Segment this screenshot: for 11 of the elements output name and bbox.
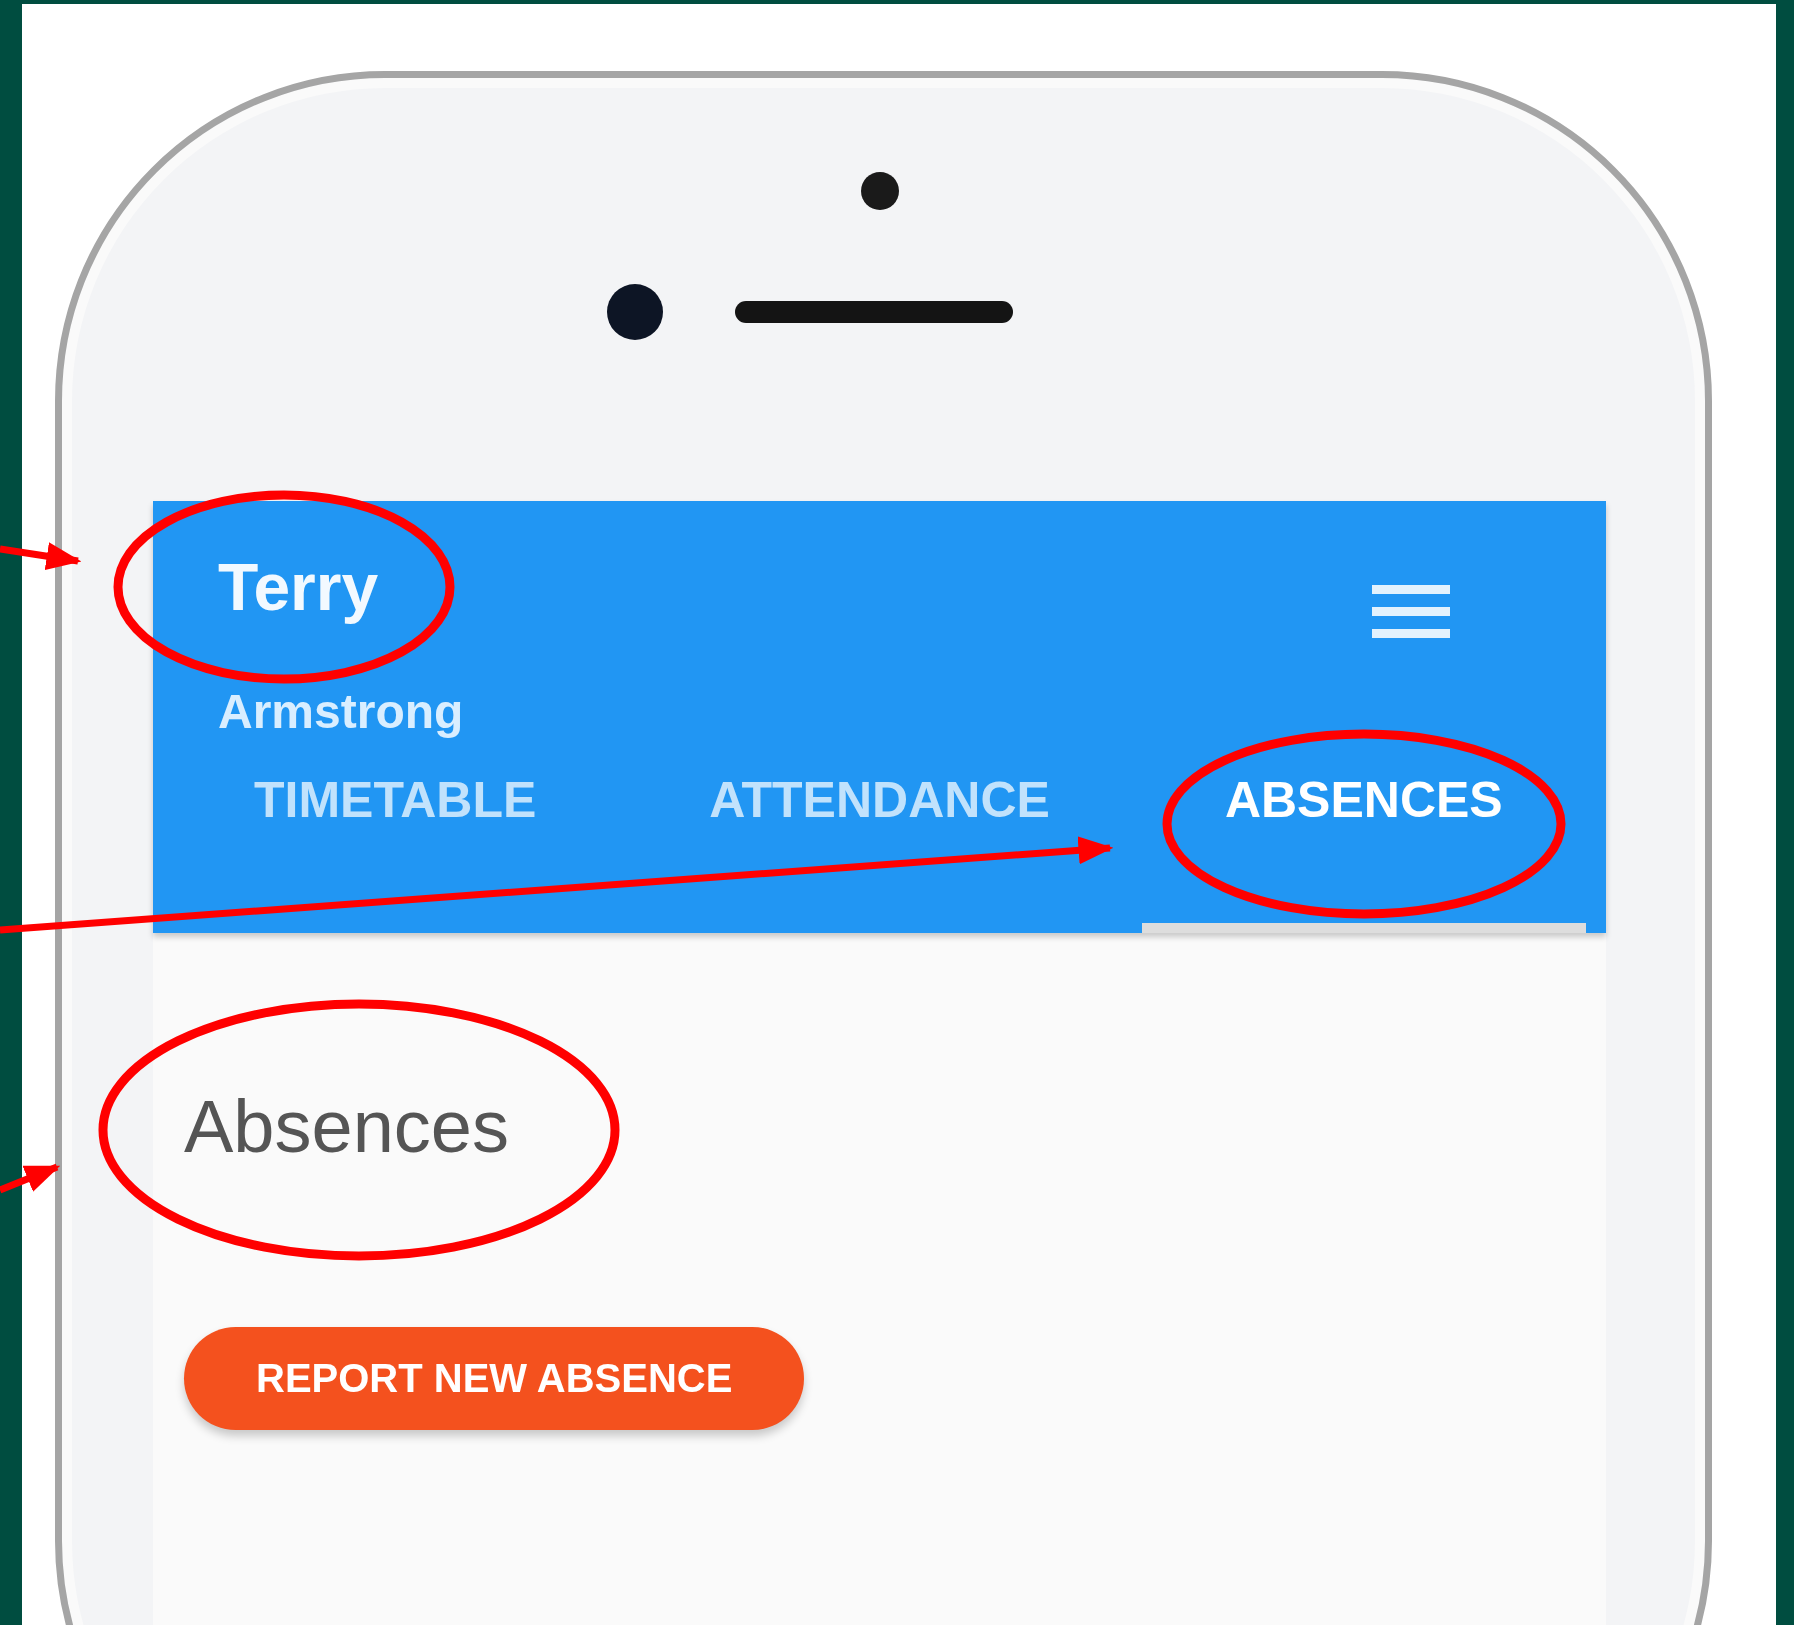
tab[interactable]: ABSENCES <box>1141 751 1586 933</box>
sensor-dot-icon <box>860 172 899 210</box>
tab[interactable]: ATTENDANCE <box>657 751 1102 933</box>
report-absence-button[interactable]: REPORT NEW ABSENCE <box>184 1326 805 1430</box>
speaker-slot-icon <box>734 301 1013 323</box>
page-heading: Absences <box>184 1084 509 1170</box>
tab[interactable]: TIMETABLE <box>173 751 618 933</box>
annotation-arrow <box>0 1163 61 1194</box>
menu-icon[interactable] <box>1372 585 1450 639</box>
user-surname: Armstrong <box>218 685 464 739</box>
user-name: Terry <box>218 551 380 624</box>
